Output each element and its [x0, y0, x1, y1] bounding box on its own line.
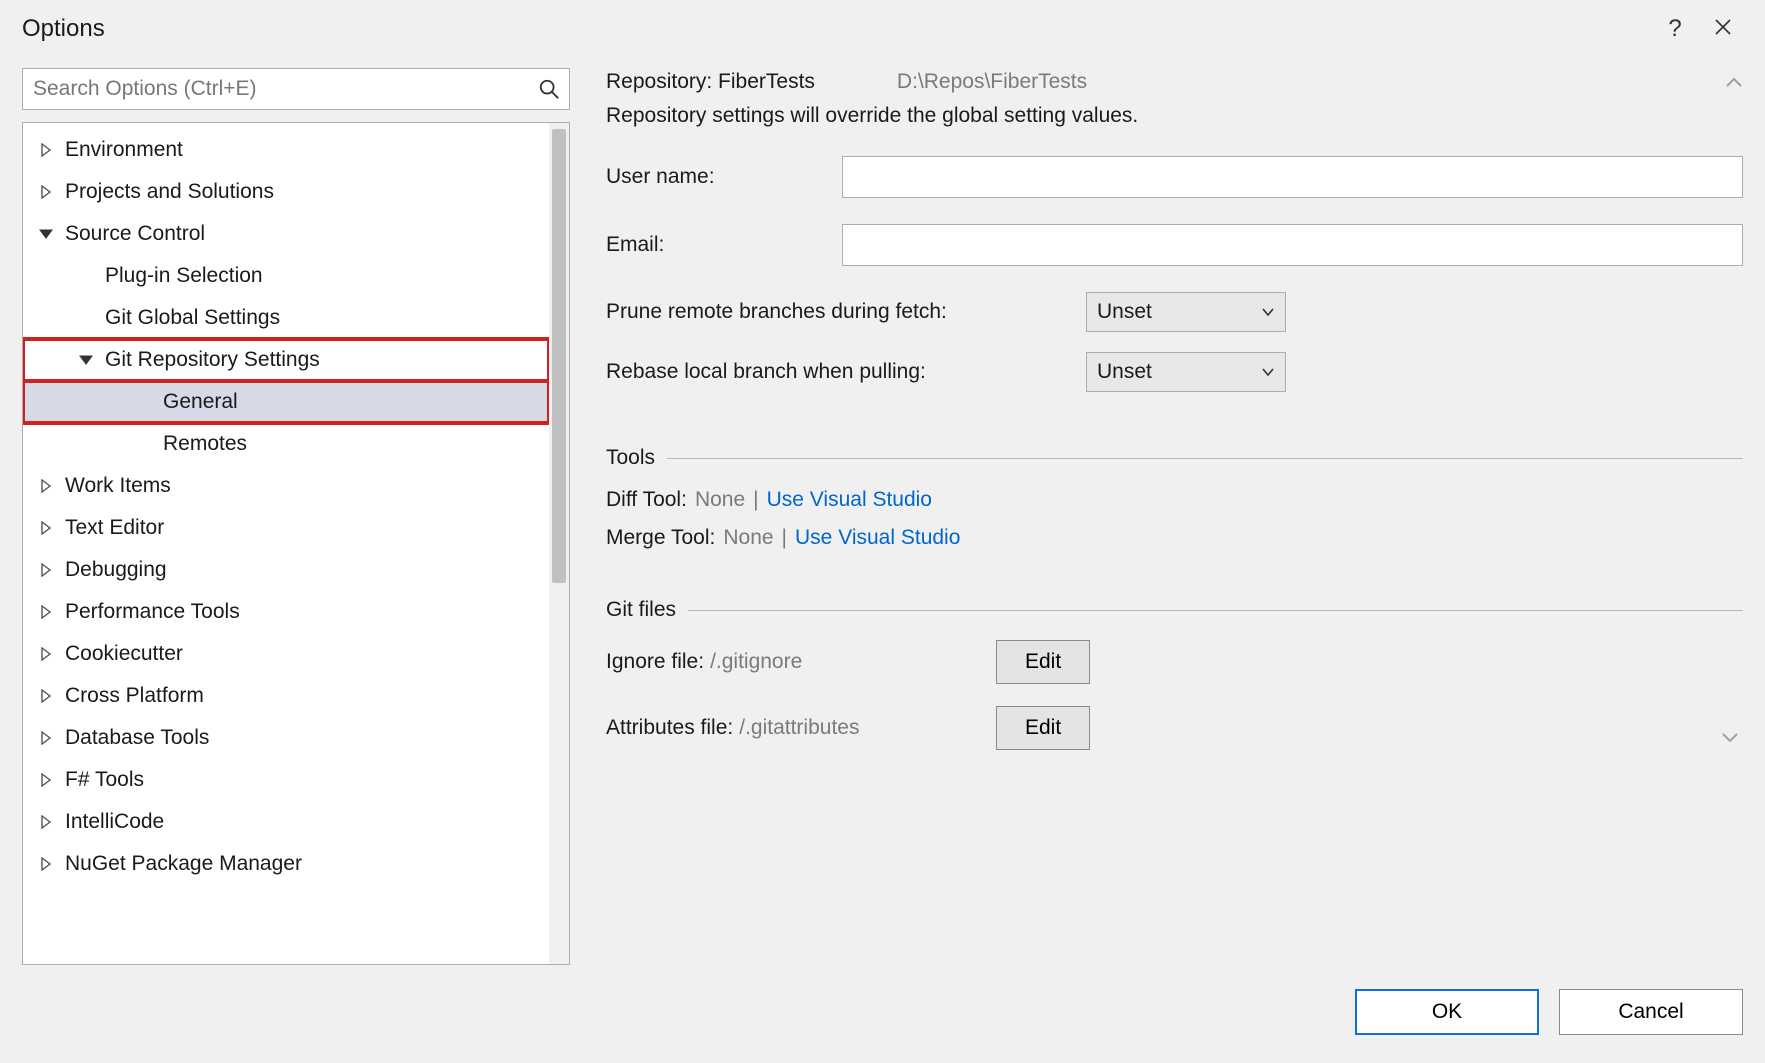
email-input[interactable]	[842, 224, 1743, 266]
chevron-right-icon	[35, 727, 57, 749]
tree-item-text-editor[interactable]: Text Editor	[23, 507, 549, 549]
ignore-file-label: Ignore file:	[606, 650, 704, 674]
chevron-up-icon[interactable]	[1725, 70, 1743, 94]
tree-item-cookiecutter[interactable]: Cookiecutter	[23, 633, 549, 675]
attributes-file-label: Attributes file:	[606, 716, 733, 740]
ignore-file-name: /.gitignore	[710, 650, 802, 674]
prune-label: Prune remote branches during fetch:	[606, 300, 1086, 324]
repository-path: D:\Repos\FiberTests	[897, 70, 1087, 94]
diff-tool-label: Diff Tool:	[606, 488, 687, 512]
close-icon	[1714, 18, 1732, 36]
tree-item-label: Debugging	[65, 558, 167, 582]
tree-item-projects[interactable]: Projects and Solutions	[23, 171, 549, 213]
chevron-right-icon	[35, 685, 57, 707]
tree-item-intellicode[interactable]: IntelliCode	[23, 801, 549, 843]
search-input[interactable]	[22, 68, 570, 110]
tree-item-label: F# Tools	[65, 768, 144, 792]
tree-item-nuget[interactable]: NuGet Package Manager	[23, 843, 549, 885]
rebase-select[interactable]: Unset	[1086, 352, 1286, 392]
tree-item-work-items[interactable]: Work Items	[23, 465, 549, 507]
merge-use-vs-link[interactable]: Use Visual Studio	[795, 526, 960, 550]
tree-item-label: Environment	[65, 138, 183, 162]
chevron-right-icon	[35, 559, 57, 581]
options-tree: Environment Projects and Solutions Sourc…	[22, 122, 570, 965]
separator: |	[782, 526, 787, 550]
tree-item-label: Database Tools	[65, 726, 209, 750]
titlebar: Options ?	[0, 0, 1765, 58]
tree-item-label: NuGet Package Manager	[65, 852, 302, 876]
diff-tool-value: None	[695, 488, 745, 512]
chevron-right-icon	[35, 769, 57, 791]
tree-item-performance-tools[interactable]: Performance Tools	[23, 591, 549, 633]
separator: |	[753, 488, 758, 512]
tree-item-label: Source Control	[65, 222, 205, 246]
tree-item-label: Plug-in Selection	[105, 264, 263, 288]
attributes-file-name: /.gitattributes	[739, 716, 859, 740]
rebase-select-value: Unset	[1097, 360, 1152, 384]
username-input[interactable]	[842, 156, 1743, 198]
prune-select-value: Unset	[1097, 300, 1152, 324]
tree-scrollbar[interactable]	[549, 123, 569, 964]
tree-item-label: Projects and Solutions	[65, 180, 274, 204]
chevron-down-icon[interactable]	[1721, 727, 1743, 750]
tree-item-cross-platform[interactable]: Cross Platform	[23, 675, 549, 717]
email-label: Email:	[606, 233, 842, 257]
tree-item-label: Cookiecutter	[65, 642, 183, 666]
tree-item-fsharp-tools[interactable]: F# Tools	[23, 759, 549, 801]
cancel-button[interactable]: Cancel	[1559, 989, 1743, 1035]
tree-item-label: IntelliCode	[65, 810, 164, 834]
merge-tool-label: Merge Tool:	[606, 526, 715, 550]
dialog-title: Options	[22, 15, 105, 43]
search-icon	[538, 78, 560, 100]
help-button[interactable]: ?	[1651, 15, 1699, 43]
chevron-down-icon	[1261, 307, 1275, 317]
chevron-down-icon	[35, 223, 57, 245]
tree-item-git-repo-settings[interactable]: Git Repository Settings	[23, 339, 549, 381]
tree-item-remotes[interactable]: Remotes	[23, 423, 549, 465]
chevron-right-icon	[35, 139, 57, 161]
section-divider	[688, 610, 1743, 611]
tree-item-plugin-selection[interactable]: Plug-in Selection	[23, 255, 549, 297]
prune-select[interactable]: Unset	[1086, 292, 1286, 332]
close-button[interactable]	[1699, 15, 1747, 43]
chevron-down-icon	[75, 349, 97, 371]
chevron-right-icon	[35, 811, 57, 833]
tree-item-database-tools[interactable]: Database Tools	[23, 717, 549, 759]
tree-item-label: Cross Platform	[65, 684, 204, 708]
tree-item-git-global[interactable]: Git Global Settings	[23, 297, 549, 339]
tree-item-label: Text Editor	[65, 516, 164, 540]
merge-tool-value: None	[723, 526, 773, 550]
tree-item-source-control[interactable]: Source Control	[23, 213, 549, 255]
gitfiles-section-title: Git files	[606, 598, 676, 622]
section-divider	[667, 458, 1743, 459]
tree-item-label: Git Global Settings	[105, 306, 280, 330]
tree-item-debugging[interactable]: Debugging	[23, 549, 549, 591]
chevron-right-icon	[35, 181, 57, 203]
edit-ignore-button[interactable]: Edit	[996, 640, 1090, 684]
repository-label: Repository: FiberTests	[606, 70, 815, 94]
tree-item-environment[interactable]: Environment	[23, 129, 549, 171]
tree-item-label: Work Items	[65, 474, 171, 498]
tree-item-label: Performance Tools	[65, 600, 240, 624]
chevron-down-icon	[1261, 367, 1275, 377]
tree-item-general[interactable]: General	[23, 381, 549, 423]
ok-button[interactable]: OK	[1355, 989, 1539, 1035]
tree-item-label: General	[163, 390, 238, 414]
tools-section-title: Tools	[606, 446, 655, 470]
tree-item-label: Remotes	[163, 432, 247, 456]
chevron-right-icon	[35, 601, 57, 623]
scrollbar-thumb[interactable]	[552, 129, 566, 583]
tree-item-label: Git Repository Settings	[105, 348, 320, 372]
diff-use-vs-link[interactable]: Use Visual Studio	[767, 488, 932, 512]
chevron-right-icon	[35, 853, 57, 875]
chevron-right-icon	[35, 475, 57, 497]
rebase-label: Rebase local branch when pulling:	[606, 360, 1086, 384]
chevron-right-icon	[35, 643, 57, 665]
options-dialog: Options ? Environment Project	[0, 0, 1765, 1063]
repository-description: Repository settings will override the gl…	[606, 104, 1743, 128]
chevron-right-icon	[35, 517, 57, 539]
edit-attributes-button[interactable]: Edit	[996, 706, 1090, 750]
username-label: User name:	[606, 165, 842, 189]
